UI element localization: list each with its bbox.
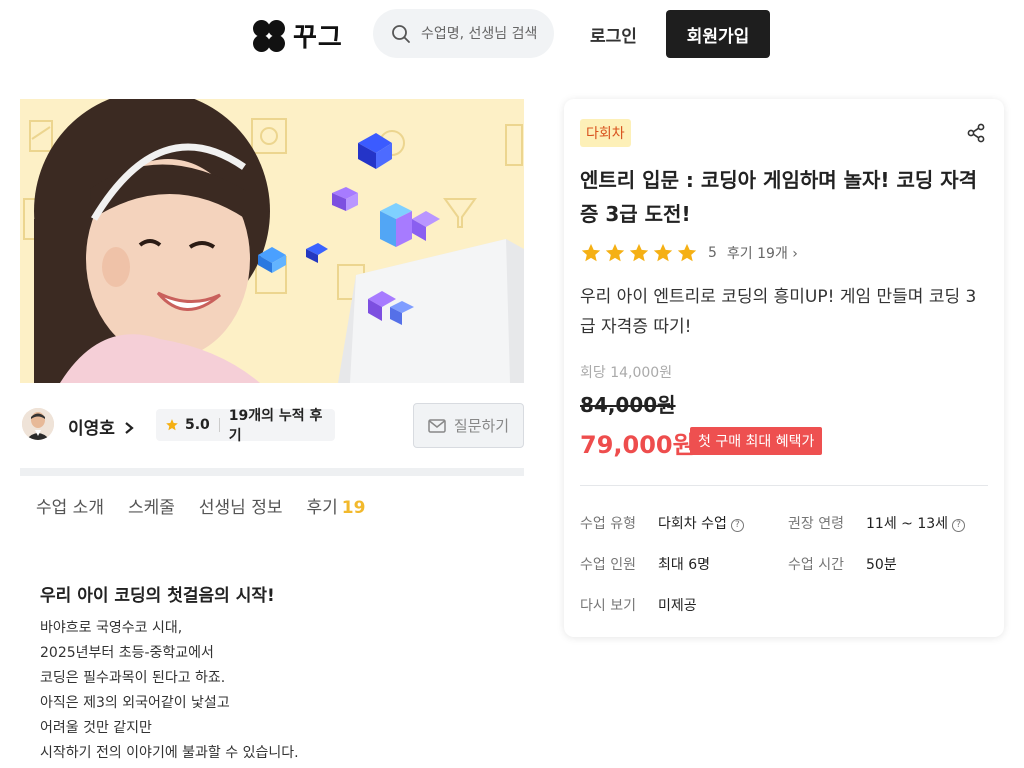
share-icon xyxy=(967,123,985,143)
info-recommended-age: 권장 연령 11세 ~ 13세? xyxy=(788,513,966,533)
info-value: 11세 ~ 13세 xyxy=(866,516,949,532)
star-icon xyxy=(629,243,649,262)
search-icon xyxy=(392,24,410,43)
intro-body: 바야흐로 국영수코 시대, 2025년부터 초등-중학교에서 코딩은 필수과목이… xyxy=(40,616,299,766)
tab-reviews-count: 19 xyxy=(341,498,366,518)
ask-question-button[interactable]: 질문하기 xyxy=(413,403,524,448)
star-icon xyxy=(605,243,625,262)
header: 꾸그 로그인 회원가입 xyxy=(0,0,1024,68)
star-icon xyxy=(653,243,673,262)
star-icon xyxy=(581,243,601,262)
section-divider xyxy=(20,468,524,476)
course-summary-card: 다회차 엔트리 입문 : 코딩아 게임하며 놀자! 코딩 자격증 3급 도전! … xyxy=(564,99,1004,637)
info-replay: 다시 보기 미제공 xyxy=(580,595,697,615)
info-value: 50분 xyxy=(866,557,897,573)
divider xyxy=(580,485,988,486)
info-class-type: 수업 유형 다회차 수업? xyxy=(580,513,744,533)
intro-line: 2025년부터 초등-중학교에서 xyxy=(40,645,214,661)
info-label: 수업 시간 xyxy=(788,557,844,573)
teacher-review-summary: 19개의 누적 후기 xyxy=(228,408,323,444)
course-rating: 5 후기 19개 › xyxy=(580,242,798,264)
teacher-row: 이영호 5.0 19개의 누적 후기 질문하기 xyxy=(20,403,524,449)
intro-title: 우리 아이 코딩의 첫걸음의 시작! xyxy=(40,586,275,606)
info-class-size: 수업 인원 최대 6명 xyxy=(580,554,710,574)
review-count-link[interactable]: 후기 19개 › xyxy=(727,243,798,263)
info-label: 다시 보기 xyxy=(580,598,636,614)
course-title: 엔트리 입문 : 코딩아 게임하며 놀자! 코딩 자격증 3급 도전! xyxy=(580,168,978,226)
logo-icon xyxy=(253,19,285,52)
intro-line: 바야흐로 국영수코 시대, xyxy=(40,620,183,636)
logo[interactable]: 꾸그 xyxy=(253,17,343,54)
course-description: 우리 아이 엔트리로 코딩의 흥미UP! 게임 만들며 코딩 3급 자격증 따기… xyxy=(580,287,977,337)
ask-question-label: 질문하기 xyxy=(453,417,510,435)
teacher-avatar-image xyxy=(22,408,54,440)
star-icon xyxy=(166,419,178,431)
info-label: 권장 연령 xyxy=(788,516,844,532)
divider xyxy=(218,418,220,432)
tab-class-intro[interactable]: 수업 소개 xyxy=(36,493,104,518)
tab-reviews-label: 후기 xyxy=(306,498,338,518)
chevron-right-icon xyxy=(125,422,134,434)
intro-line: 시작하기 전의 이야기에 불과할 수 있습니다. xyxy=(40,745,299,761)
rating-chip: 5.0 19개의 누적 후기 xyxy=(156,408,335,444)
teacher-avatar[interactable] xyxy=(22,408,54,440)
search-box[interactable] xyxy=(373,9,554,58)
tab-teacher-info[interactable]: 선생님 정보 xyxy=(199,493,283,518)
search-input[interactable] xyxy=(421,25,549,42)
per-session-price: 회당 14,000원 xyxy=(580,365,673,381)
signup-button[interactable]: 회원가입 xyxy=(666,10,770,58)
course-type-badge: 다회차 xyxy=(580,119,631,147)
teacher-name-link[interactable]: 이영호 xyxy=(68,414,135,439)
course-score: 5 xyxy=(708,245,717,261)
logo-text: 꾸그 xyxy=(293,23,343,53)
course-thumbnail-illustration xyxy=(20,99,524,383)
info-label: 수업 인원 xyxy=(580,557,636,573)
info-value: 다회차 수업 xyxy=(658,516,727,532)
detail-tabs: 수업 소개 스케줄 선생님 정보 후기 19 xyxy=(36,493,365,518)
teacher-name: 이영호 xyxy=(68,419,115,439)
original-price: 84,000원 xyxy=(580,393,676,417)
first-purchase-badge: 첫 구매 최대 혜택가 xyxy=(690,427,823,455)
star-icon xyxy=(677,243,697,262)
login-link[interactable]: 로그인 xyxy=(590,22,637,47)
course-thumbnail xyxy=(20,99,524,383)
tab-schedule[interactable]: 스케줄 xyxy=(128,493,175,518)
share-button[interactable] xyxy=(966,123,986,147)
tab-reviews[interactable]: 후기 19 xyxy=(307,493,366,518)
info-value: 최대 6명 xyxy=(658,557,710,573)
info-value: 미제공 xyxy=(658,598,697,614)
help-icon[interactable]: ? xyxy=(730,519,744,532)
info-label: 수업 유형 xyxy=(580,516,636,532)
intro-line: 아직은 제3의 외국어같이 낯설고 xyxy=(40,695,230,711)
intro-line: 코딩은 필수과목이 된다고 하죠. xyxy=(40,670,226,686)
help-icon[interactable]: ? xyxy=(952,519,966,532)
sale-price: 79,000원 xyxy=(580,431,695,459)
intro-line: 어려울 것만 같지만 xyxy=(40,720,152,736)
info-class-time: 수업 시간 50분 xyxy=(788,554,897,574)
mail-icon xyxy=(428,418,446,433)
teacher-rating: 5.0 xyxy=(184,417,210,433)
